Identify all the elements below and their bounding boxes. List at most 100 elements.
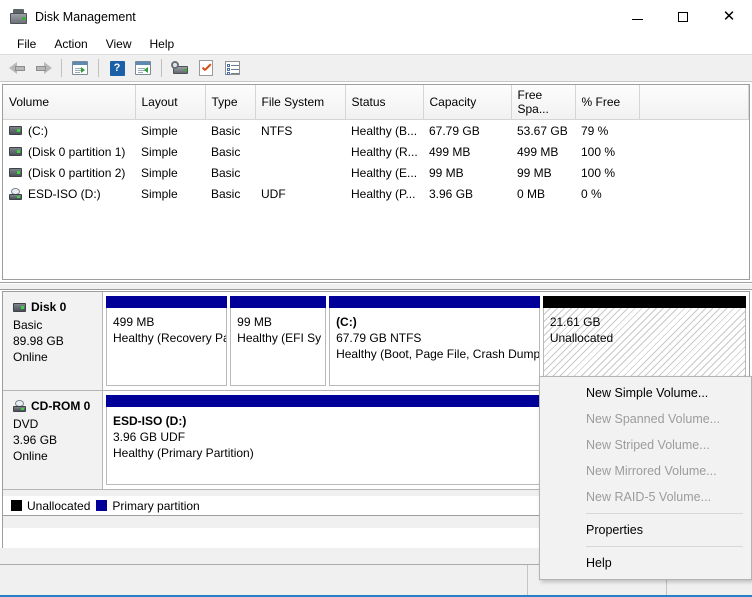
hard-disk-icon bbox=[9, 147, 22, 156]
disk-management-window: Disk Management ✕ File Action View Help … bbox=[0, 0, 752, 597]
partition-status: Healthy (EFI Sy bbox=[237, 331, 322, 345]
context-menu-item-properties[interactable]: Properties bbox=[540, 517, 751, 543]
list-view-button[interactable] bbox=[220, 57, 244, 79]
partition-color-bar bbox=[230, 296, 327, 308]
properties-icon bbox=[199, 60, 213, 76]
context-menu: New Simple Volume... New Spanned Volume.… bbox=[539, 376, 752, 580]
minimize-button[interactable] bbox=[614, 0, 660, 33]
title-bar: Disk Management ✕ bbox=[0, 0, 752, 34]
column-header-filler bbox=[639, 85, 749, 120]
cell-file-system: NTFS bbox=[261, 123, 293, 138]
cell-layout: Simple bbox=[141, 123, 178, 138]
toolbar-separator bbox=[61, 59, 62, 77]
partition-recovery[interactable]: 499 MB Healthy (Recovery Pą bbox=[106, 296, 228, 386]
cell-type: Basic bbox=[211, 144, 241, 159]
context-menu-item-help[interactable]: Help bbox=[540, 550, 751, 576]
menu-help[interactable]: Help bbox=[141, 35, 184, 53]
disk-type: Basic bbox=[13, 318, 43, 332]
disk-info-disk-0[interactable]: Disk 0 Basic 89.98 GB Online bbox=[3, 292, 103, 390]
rescan-disks-icon bbox=[170, 61, 190, 75]
toolbar-separator bbox=[98, 59, 99, 77]
cell-file-system bbox=[255, 141, 345, 162]
menu-action[interactable]: Action bbox=[45, 35, 96, 53]
partition-status: Healthy (Recovery Pą bbox=[113, 331, 228, 345]
cell-free-space: 53.67 GB bbox=[517, 123, 568, 138]
properties-button[interactable] bbox=[194, 57, 218, 79]
cell-volume: (Disk 0 partition 2) bbox=[3, 162, 135, 183]
legend-swatch-primary bbox=[96, 500, 108, 511]
context-menu-separator bbox=[586, 546, 743, 547]
volume-list-pane: Volume Layout Type File System Status Ca… bbox=[0, 82, 752, 283]
close-button[interactable]: ✕ bbox=[706, 0, 752, 33]
column-header-free-space[interactable]: Free Spa... bbox=[511, 85, 576, 120]
hard-disk-icon bbox=[9, 168, 22, 177]
cd-drive-icon bbox=[13, 400, 26, 412]
partition-color-bar bbox=[542, 296, 746, 308]
window-title: Disk Management bbox=[35, 9, 136, 24]
show-hide-console-tree-button[interactable] bbox=[68, 57, 92, 79]
cell-percent-free: 100 % bbox=[581, 144, 616, 159]
list-view-icon bbox=[224, 61, 240, 75]
cell-capacity: 499 MB bbox=[429, 144, 471, 159]
cell-percent-free: 0 % bbox=[581, 186, 602, 201]
partition-c-drive[interactable]: (C:) 67.79 GB NTFS Healthy (Boot, Page F… bbox=[329, 296, 540, 386]
column-header-status[interactable]: Status bbox=[345, 85, 424, 120]
cell-filler bbox=[639, 162, 749, 183]
cell-status: Healthy (B... bbox=[351, 123, 418, 138]
context-menu-item-new-simple-volume[interactable]: New Simple Volume... bbox=[540, 380, 751, 406]
context-menu-separator bbox=[586, 513, 743, 514]
volume-label: ESD-ISO (D:) bbox=[28, 186, 101, 201]
show-hide-console-tree-icon bbox=[72, 61, 88, 75]
column-header-type[interactable]: Type bbox=[205, 85, 256, 120]
disk-type: DVD bbox=[13, 417, 39, 431]
partition-label: (C:) bbox=[336, 315, 357, 329]
toolbar: ? bbox=[0, 54, 752, 82]
column-header-percent-free[interactable]: % Free bbox=[575, 85, 640, 120]
volume-label: (C:) bbox=[28, 123, 48, 138]
disk-info-cdrom-0[interactable]: CD-ROM 0 DVD 3.96 GB Online bbox=[3, 391, 103, 489]
partition-efi[interactable]: 99 MB Healthy (EFI Sy bbox=[230, 296, 327, 386]
partition-status: Healthy (Boot, Page File, Crash Dump, F bbox=[336, 347, 540, 361]
hard-disk-icon bbox=[9, 126, 22, 135]
column-header-layout[interactable]: Layout bbox=[135, 85, 206, 120]
help-button[interactable]: ? bbox=[105, 57, 129, 79]
column-header-volume[interactable]: Volume bbox=[3, 85, 136, 120]
forward-button[interactable] bbox=[31, 57, 55, 79]
cell-file-system bbox=[255, 162, 345, 183]
disk-size: 3.96 GB bbox=[13, 433, 58, 447]
partition-status: Unallocated bbox=[549, 331, 614, 345]
help-icon: ? bbox=[109, 60, 125, 76]
cell-volume: (C:) bbox=[3, 120, 135, 142]
cell-filler bbox=[639, 183, 749, 204]
menu-bar: File Action View Help bbox=[0, 34, 752, 54]
disk-name: Disk 0 bbox=[31, 300, 67, 314]
cell-capacity: 67.79 GB bbox=[429, 123, 480, 138]
column-header-file-system[interactable]: File System bbox=[255, 85, 346, 120]
disk-size: 89.98 GB bbox=[13, 334, 64, 348]
show-hide-action-pane-button[interactable] bbox=[131, 57, 155, 79]
back-icon bbox=[8, 61, 26, 75]
disk-name: CD-ROM 0 bbox=[31, 399, 91, 413]
cell-capacity: 3.96 GB bbox=[429, 186, 474, 201]
table-row[interactable]: (Disk 0 partition 1) Simple Basic Health… bbox=[3, 141, 749, 162]
column-header-capacity[interactable]: Capacity bbox=[423, 85, 512, 120]
partition-size: 99 MB bbox=[237, 315, 272, 329]
table-row[interactable]: ESD-ISO (D:) Simple Basic UDF Healthy (P… bbox=[3, 183, 749, 204]
table-row[interactable]: (Disk 0 partition 2) Simple Basic Health… bbox=[3, 162, 749, 183]
partition-unallocated[interactable]: 21.61 GB Unallocated bbox=[542, 296, 746, 386]
cell-type: Basic bbox=[211, 165, 241, 180]
forward-icon bbox=[35, 61, 52, 75]
legend-label-unallocated: Unallocated bbox=[27, 498, 91, 513]
menu-file[interactable]: File bbox=[8, 35, 45, 53]
menu-view[interactable]: View bbox=[97, 35, 141, 53]
table-row[interactable]: (C:) Simple Basic NTFS Healthy (B... 67.… bbox=[3, 120, 749, 142]
back-button[interactable] bbox=[5, 57, 29, 79]
toolbar-separator bbox=[161, 59, 162, 77]
status-segment-1 bbox=[0, 565, 528, 595]
maximize-button[interactable] bbox=[660, 0, 706, 33]
cell-type: Basic bbox=[211, 186, 241, 201]
rescan-disks-button[interactable] bbox=[168, 57, 192, 79]
context-menu-item-new-raid5-volume: New RAID-5 Volume... bbox=[586, 490, 712, 504]
cell-status: Healthy (R... bbox=[351, 144, 418, 159]
partition-color-bar bbox=[329, 296, 540, 308]
